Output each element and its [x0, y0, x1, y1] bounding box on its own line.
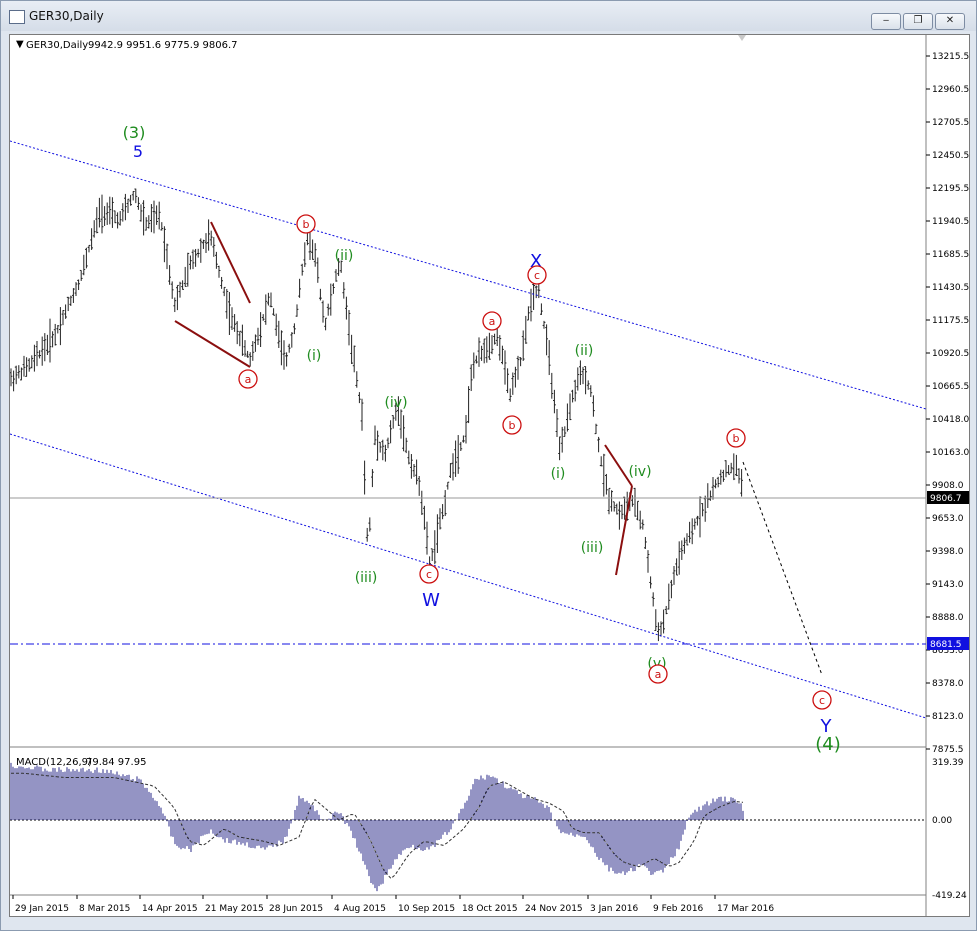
wave-label: (iv) [628, 464, 651, 480]
restore-button[interactable]: ❐ [903, 13, 933, 30]
price-tick-label: 10920.5 [932, 349, 969, 359]
wave-label: a [489, 315, 496, 328]
date-tick-label: 3 Jan 2016 [590, 904, 638, 914]
wave-label: c [819, 694, 825, 707]
wave-label: (iii) [581, 540, 604, 556]
wave-label: c [426, 568, 432, 581]
wave-label: (3) [123, 123, 146, 142]
date-tick-label: 29 Jan 2015 [15, 904, 69, 914]
price-tick-label: 12705.5 [932, 118, 969, 128]
price-tick-label: 7875.5 [932, 745, 964, 755]
date-tick-label: 21 May 2015 [205, 904, 264, 914]
date-tick-label: 28 Jun 2015 [269, 904, 323, 914]
terminal-chart-window: GER30,Daily ‒ ❐ ✕ (3) 5 a b (i) (ii) (ii… [0, 0, 977, 931]
chart-menu-arrow-icon[interactable]: ▼ [16, 39, 24, 50]
price-tick-label: 12195.5 [932, 184, 969, 194]
macd-tick-label: -419.24 [932, 891, 967, 901]
price-tick-label: 8123.0 [932, 712, 964, 722]
current-price-tag-text: 9806.7 [930, 494, 962, 504]
wave-label: c [534, 269, 540, 282]
price-tick-label: 8378.0 [932, 679, 964, 689]
wave-label: (ii) [335, 248, 354, 264]
close-button[interactable]: ✕ [935, 13, 965, 30]
wave-label: b [733, 432, 740, 445]
window-titlebar[interactable]: GER30,Daily ‒ ❐ ✕ [1, 1, 976, 31]
price-tick-label: 13215.5 [932, 52, 969, 62]
price-tick-label: 8888.0 [932, 613, 964, 623]
price-tick-label: 11430.5 [932, 283, 969, 293]
wave-label: (iii) [355, 570, 378, 586]
wave-label: a [655, 668, 662, 681]
price-tick-label: 9908.0 [932, 481, 964, 491]
date-tick-label: 9 Feb 2016 [653, 904, 704, 914]
date-tick-label: 17 Mar 2016 [717, 904, 774, 914]
chart-window-icon [9, 10, 25, 24]
date-tick-label: 8 Mar 2015 [79, 904, 130, 914]
wave-label: (i) [551, 466, 566, 482]
wave-label: a [245, 373, 252, 386]
minimize-button[interactable]: ‒ [871, 13, 901, 30]
window-title: GER30,Daily [29, 9, 104, 23]
price-tick-label: 9143.0 [932, 580, 964, 590]
price-tick-label: 12960.5 [932, 85, 969, 95]
price-tick-label: 10163.0 [932, 448, 969, 458]
price-chart-svg[interactable]: (3)5ab(i)(ii)(iii)(iv)cWabXc(i)(ii)(iii)… [10, 35, 969, 916]
price-tick-label: 11940.5 [932, 217, 969, 227]
macd-scale: 319.39 0.00 -419.24 [932, 758, 967, 901]
wave-label: b [509, 419, 516, 432]
price-tick-label: 12450.5 [932, 151, 969, 161]
date-tick-label: 14 Apr 2015 [142, 904, 198, 914]
macd-tick-label: 0.00 [932, 816, 952, 826]
wave-label: (ii) [575, 343, 594, 359]
wave-label: (i) [307, 348, 322, 364]
date-tick-label: 10 Sep 2015 [398, 904, 455, 914]
wave-label: b [303, 218, 310, 231]
wave-label: 5 [133, 142, 143, 161]
date-tick-label: 24 Nov 2015 [525, 904, 583, 914]
wave-label: W [422, 590, 440, 611]
macd-label: MACD(12,26,9) [16, 757, 92, 768]
price-tick-label: 10418.0 [932, 415, 969, 425]
ohlc-readout: 9942.9 9951.6 9775.9 9806.7 [88, 40, 238, 51]
price-tick-label: 9398.0 [932, 547, 964, 557]
price-tick-label: 11685.5 [932, 250, 969, 260]
price-tick-label: 10665.5 [932, 382, 969, 392]
level-price-tag-text: 8681.5 [930, 640, 962, 650]
chart-area[interactable]: (3) 5 a b (i) (ii) (iii) (iv) c Wa b Xc (i) (ii) (iii)… [9, 34, 970, 917]
date-tick-label: 18 Oct 2015 [462, 904, 518, 914]
macd-values: 79.84 97.95 [86, 757, 146, 768]
symbol-header: GER30,Daily [26, 40, 88, 51]
main-panel-bg [10, 35, 969, 747]
wave-label: (4) [815, 734, 841, 755]
price-tick-label: 11175.5 [932, 316, 969, 326]
macd-panel [10, 762, 926, 892]
wave-label: (iv) [384, 395, 407, 411]
macd-tick-label: 319.39 [932, 758, 964, 768]
date-tick-label: 4 Aug 2015 [334, 904, 386, 914]
date-scale: 29 Jan 2015 8 Mar 2015 14 Apr 2015 21 May 2… [12, 895, 774, 914]
price-tick-label: 9653.0 [932, 514, 964, 524]
